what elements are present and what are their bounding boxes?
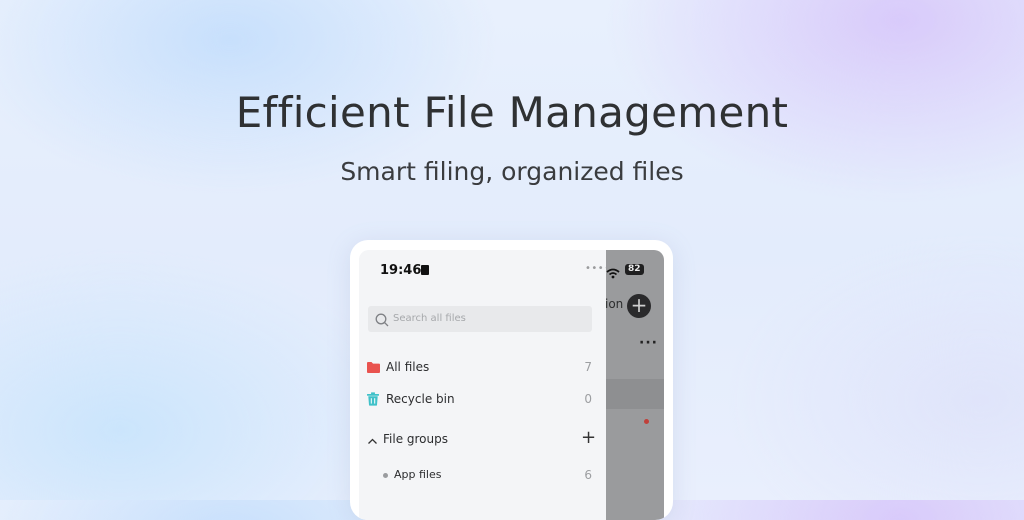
peek-text: ion [605,297,624,311]
sidebar-item-all-files[interactable]: All files 7 [359,355,606,379]
list-row[interactable] [606,379,664,409]
sidebar-item-label: Recycle bin [386,392,455,406]
file-groups-header[interactable]: File groups + [359,427,606,451]
status-time: 19:46 [380,263,422,278]
add-button[interactable]: + [627,294,651,318]
promo-headline: Efficient File Management [235,88,789,137]
sidebar-item-app-files[interactable]: App files 6 [359,463,606,487]
chevron-up-icon[interactable] [367,432,378,451]
sidebar-item-label: All files [386,360,430,374]
trash-icon [366,391,380,410]
dimmed-main-panel[interactable]: 82 ion + ··· [605,250,664,520]
battery-indicator: 82 [625,264,644,275]
sidebar-item-count: 6 [584,468,592,482]
phone-frame: 82 ion + ··· 19:46 •••• Search all files [350,240,673,520]
bullet-icon [383,473,388,478]
sidebar-item-recycle-bin[interactable]: Recycle bin 0 [359,387,606,411]
file-groups-label: File groups [383,432,448,446]
unread-dot [644,419,649,424]
sidebar-drawer: 19:46 •••• Search all files All files 7 … [359,250,610,520]
sidebar-item-count: 0 [584,392,592,406]
sidebar-item-label: App files [394,468,442,481]
phone-screen: 82 ion + ··· 19:46 •••• Search all files [359,250,664,520]
more-icon[interactable]: ··· [639,336,658,350]
add-group-button[interactable]: + [581,427,596,449]
sidebar-item-count: 7 [584,360,592,374]
search-icon [375,312,389,331]
search-input[interactable]: Search all files [368,306,592,332]
signal-dots-icon: •••• [585,263,611,274]
contact-card-icon [421,265,429,275]
promo-subhead: Smart filing, organized files [340,157,684,186]
folder-icon [366,359,381,378]
search-placeholder: Search all files [393,313,466,324]
